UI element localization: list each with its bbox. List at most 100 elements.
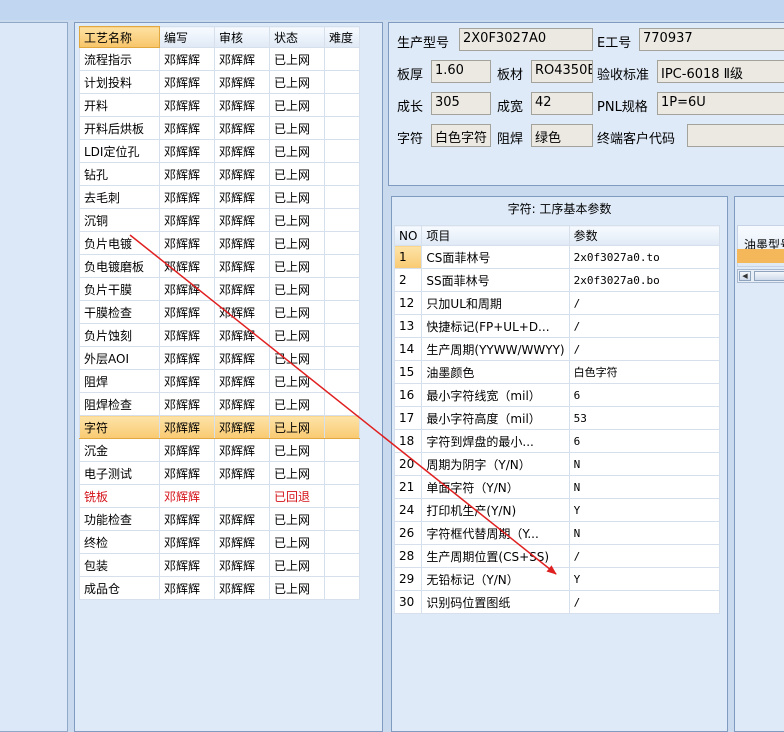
process-name-cell[interactable]: 计划投料: [79, 70, 160, 94]
thickness-field[interactable]: 1.60: [431, 60, 491, 83]
parameter-no-cell[interactable]: 17: [393, 406, 423, 430]
process-row[interactable]: 计划投料 邓辉辉 邓辉辉 已上网: [79, 70, 360, 94]
parameter-row[interactable]: 18 字符到焊盘的最小... 6: [393, 429, 720, 453]
reviewer-cell[interactable]: 邓辉辉: [214, 392, 270, 416]
parameter-no-cell[interactable]: 12: [393, 291, 423, 315]
parameter-item-cell[interactable]: 单面字符（Y/N）: [421, 475, 570, 499]
e-number-field[interactable]: 770937: [639, 28, 784, 51]
writer-cell[interactable]: 邓辉辉: [159, 392, 215, 416]
parameter-item-cell[interactable]: 打印机生产(Y/N): [421, 498, 570, 522]
writer-cell[interactable]: 邓辉辉: [159, 93, 215, 117]
scroll-left-icon[interactable]: ◀: [739, 271, 751, 281]
writer-cell[interactable]: 邓辉辉: [159, 438, 215, 462]
process-row[interactable]: 流程指示 邓辉辉 邓辉辉 已上网: [79, 47, 360, 71]
status-cell[interactable]: 已上网: [269, 185, 325, 209]
status-cell[interactable]: 已上网: [269, 323, 325, 347]
pnl-field[interactable]: 1P=6U: [657, 92, 784, 115]
parameter-item-cell[interactable]: 最小字符高度（mil）: [421, 406, 570, 430]
writer-cell[interactable]: 邓辉辉: [159, 553, 215, 577]
process-row[interactable]: 字符 邓辉辉 邓辉辉 已上网: [79, 415, 360, 439]
column-header-process-name[interactable]: 工艺名称: [79, 26, 160, 48]
difficulty-cell[interactable]: [324, 70, 360, 94]
status-cell[interactable]: 已上网: [269, 346, 325, 370]
process-name-cell[interactable]: 阻焊检查: [79, 392, 160, 416]
parameter-value-cell[interactable]: 2x0f3027a0.bo: [568, 268, 720, 292]
process-row[interactable]: 阻焊检查 邓辉辉 邓辉辉 已上网: [79, 392, 360, 416]
parameter-no-cell[interactable]: 2: [393, 268, 423, 292]
parameter-value-cell[interactable]: /: [568, 544, 720, 568]
parameter-row[interactable]: 24 打印机生产(Y/N) Y: [393, 498, 720, 522]
difficulty-cell[interactable]: [324, 162, 360, 186]
process-name-cell[interactable]: 沉铜: [79, 208, 160, 232]
reviewer-cell[interactable]: 邓辉辉: [214, 139, 270, 163]
parameter-value-cell[interactable]: /: [568, 314, 720, 338]
parameter-row[interactable]: 30 识别码位置图纸 /: [393, 590, 720, 614]
difficulty-cell[interactable]: [324, 484, 360, 508]
parameter-no-cell[interactable]: 29: [393, 567, 423, 591]
parameter-row[interactable]: 13 快捷标记(FP+UL+D... /: [393, 314, 720, 338]
reviewer-cell[interactable]: 邓辉辉: [214, 116, 270, 140]
parameter-value-cell[interactable]: N: [568, 521, 720, 545]
customer-code-field[interactable]: [687, 124, 784, 147]
char-color-field[interactable]: 白色字符: [431, 124, 491, 147]
parameter-row[interactable]: 15 油墨颜色 白色字符: [393, 360, 720, 384]
reviewer-cell[interactable]: 邓辉辉: [214, 185, 270, 209]
status-cell[interactable]: 已上网: [269, 139, 325, 163]
process-name-cell[interactable]: 开料: [79, 93, 160, 117]
reviewer-cell[interactable]: 邓辉辉: [214, 369, 270, 393]
parameter-item-cell[interactable]: 字符到焊盘的最小...: [421, 429, 570, 453]
column-header-no[interactable]: NO: [393, 225, 423, 246]
reviewer-cell[interactable]: 邓辉辉: [214, 507, 270, 531]
parameter-no-cell[interactable]: 13: [393, 314, 423, 338]
process-name-cell[interactable]: 沉金: [79, 438, 160, 462]
difficulty-cell[interactable]: [324, 553, 360, 577]
status-cell[interactable]: 已上网: [269, 208, 325, 232]
reviewer-cell[interactable]: 邓辉辉: [214, 70, 270, 94]
difficulty-cell[interactable]: [324, 93, 360, 117]
reviewer-cell[interactable]: 邓辉辉: [214, 208, 270, 232]
column-header-difficulty[interactable]: 难度: [324, 26, 360, 48]
status-cell[interactable]: 已上网: [269, 300, 325, 324]
parameter-value-cell[interactable]: /: [568, 590, 720, 614]
parameter-row[interactable]: 21 单面字符（Y/N） N: [393, 475, 720, 499]
parameter-no-cell[interactable]: 1: [393, 245, 423, 269]
process-name-cell[interactable]: 负电镀磨板: [79, 254, 160, 278]
difficulty-cell[interactable]: [324, 47, 360, 71]
parameter-value-cell[interactable]: Y: [568, 567, 720, 591]
writer-cell[interactable]: 邓辉辉: [159, 576, 215, 600]
writer-cell[interactable]: 邓辉辉: [159, 70, 215, 94]
status-cell[interactable]: 已上网: [269, 392, 325, 416]
status-cell[interactable]: 已上网: [269, 93, 325, 117]
process-name-cell[interactable]: LDI定位孔: [79, 139, 160, 163]
parameter-row[interactable]: 12 只加UL和周期 /: [393, 291, 720, 315]
process-row[interactable]: 外层AOI 邓辉辉 邓辉辉 已上网: [79, 346, 360, 370]
process-name-cell[interactable]: 电子测试: [79, 461, 160, 485]
column-header-writer[interactable]: 编写: [159, 26, 215, 48]
process-name-cell[interactable]: 负片干膜: [79, 277, 160, 301]
status-cell[interactable]: 已上网: [269, 116, 325, 140]
process-row[interactable]: 阻焊 邓辉辉 邓辉辉 已上网: [79, 369, 360, 393]
difficulty-cell[interactable]: [324, 507, 360, 531]
parameter-item-cell[interactable]: 快捷标记(FP+UL+D...: [421, 314, 570, 338]
length-field[interactable]: 305: [431, 92, 491, 115]
process-name-cell[interactable]: 开料后烘板: [79, 116, 160, 140]
writer-cell[interactable]: 邓辉辉: [159, 484, 215, 508]
parameter-no-cell[interactable]: 18: [393, 429, 423, 453]
parameter-value-cell[interactable]: N: [568, 452, 720, 476]
writer-cell[interactable]: 邓辉辉: [159, 277, 215, 301]
writer-cell[interactable]: 邓辉辉: [159, 47, 215, 71]
parameter-item-cell[interactable]: 生产周期(YYWW/WWYY): [421, 337, 570, 361]
ink-selected-row[interactable]: [737, 249, 784, 263]
process-row[interactable]: 负电镀磨板 邓辉辉 邓辉辉 已上网: [79, 254, 360, 278]
process-row[interactable]: 铣板 邓辉辉 已回退: [79, 484, 360, 508]
process-row[interactable]: 负片蚀刻 邓辉辉 邓辉辉 已上网: [79, 323, 360, 347]
difficulty-cell[interactable]: [324, 185, 360, 209]
status-cell[interactable]: 已上网: [269, 277, 325, 301]
difficulty-cell[interactable]: [324, 139, 360, 163]
writer-cell[interactable]: 邓辉辉: [159, 300, 215, 324]
reviewer-cell[interactable]: 邓辉辉: [214, 461, 270, 485]
width-field[interactable]: 42: [531, 92, 593, 115]
process-name-cell[interactable]: 外层AOI: [79, 346, 160, 370]
writer-cell[interactable]: 邓辉辉: [159, 185, 215, 209]
process-name-cell[interactable]: 负片蚀刻: [79, 323, 160, 347]
